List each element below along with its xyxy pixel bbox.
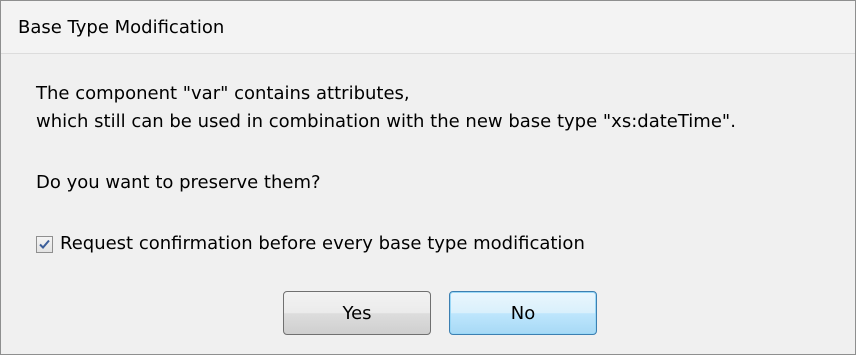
dialog-title: Base Type Modification: [18, 17, 225, 38]
message-line-1: The component "var" contains attributes,: [36, 83, 410, 104]
message-line-2: which still can be used in combination w…: [36, 111, 736, 132]
dialog-titlebar[interactable]: Base Type Modification: [1, 1, 855, 54]
no-button[interactable]: No: [449, 291, 597, 335]
checkmark-icon: [39, 239, 50, 249]
confirmation-checkbox-row[interactable]: Request confirmation before every base t…: [36, 233, 585, 255]
base-type-modification-dialog: Base Type Modification The component "va…: [0, 0, 856, 355]
confirmation-checkbox[interactable]: [36, 235, 53, 253]
confirmation-checkbox-label[interactable]: Request confirmation before every base t…: [60, 233, 585, 255]
question-text: Do you want to preserve them?: [36, 172, 321, 193]
yes-button[interactable]: Yes: [283, 291, 431, 335]
